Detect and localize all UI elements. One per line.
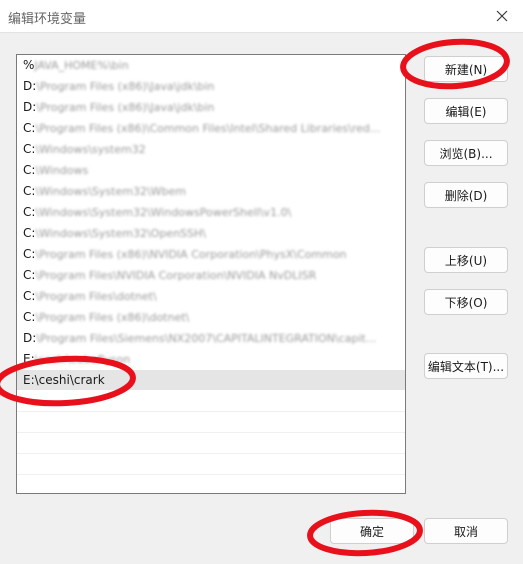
empty-list-row <box>17 412 405 433</box>
list-item[interactable]: D:\Program Files\Siemens\NX2007\CAPITALI… <box>17 328 405 349</box>
path-blurred-text: \Program Files (x86)\Java\jdk\bin <box>36 80 215 93</box>
path-prefix: C: <box>23 163 36 177</box>
new-button[interactable]: 新建(N) <box>424 56 508 82</box>
edit-button[interactable]: 编辑(E) <box>424 98 508 124</box>
path-prefix: C: <box>23 310 36 324</box>
path-blurred-text: \Windows\System32\Wbem <box>35 185 187 198</box>
path-prefix: E: <box>23 352 35 366</box>
path-blurred-text: \Program Files (x86)\NVIDIA Corporation\… <box>35 248 347 261</box>
list-item[interactable]: C:\Program Files (x86)\Common Files\Inte… <box>17 118 405 139</box>
list-item[interactable]: C:\Program Files\NVIDIA Corporation\NVID… <box>17 265 405 286</box>
path-blurred-text: \Program Files\NVIDIA Corporation\NVIDIA… <box>35 269 317 282</box>
empty-list-row <box>17 475 405 493</box>
path-blurred-text: \Program Files\Siemens\NX2007\CAPITALINT… <box>36 332 377 345</box>
path-list[interactable]: %JAVA_HOME%\bin D:\Program Files (x86)\Ja… <box>16 54 406 494</box>
list-item[interactable]: D:\Program Files (x86)\Java\jdk\bin <box>17 97 405 118</box>
path-prefix: C: <box>23 247 36 261</box>
browse-button[interactable]: 浏览(B)... <box>424 140 508 166</box>
list-item[interactable]: C:\Windows <box>17 160 405 181</box>
list-item[interactable]: C:\Program Files (x86)\NVIDIA Corporatio… <box>17 244 405 265</box>
empty-list-row <box>17 433 405 454</box>
path-blurred-text: \ceshi\cubeflyson <box>34 353 131 366</box>
list-item[interactable]: C:\Windows\system32 <box>17 139 405 160</box>
path-prefix: C: <box>23 226 36 240</box>
path-prefix: C: <box>23 121 36 135</box>
move-up-button[interactable]: 上移(U) <box>424 247 508 273</box>
list-item[interactable]: E:\ceshi\crark <box>17 370 405 391</box>
title-bar: 编辑环境变量 <box>0 0 523 33</box>
path-blurred-text: \Windows\system32 <box>35 143 146 156</box>
empty-list-row <box>17 391 405 412</box>
path-blurred-text: \Program Files (x86)\dotnet\ <box>35 311 190 324</box>
path-blurred-text: \Windows\System32\OpenSSH\ <box>35 227 206 240</box>
path-blurred-text: \Windows <box>35 164 89 177</box>
list-item[interactable]: D:\Program Files (x86)\Java\jdk\bin <box>17 76 405 97</box>
window-title: 编辑环境变量 <box>8 12 87 27</box>
path-blurred-text: \Program Files (x86)\Common Files\Intel\… <box>35 122 381 135</box>
path-prefix: C: <box>23 142 36 156</box>
path-blurred-text: \Windows\System32\WindowsPowerShell\v1.0… <box>35 206 292 219</box>
edit-text-button[interactable]: 编辑文本(T)... <box>424 353 508 379</box>
path-prefix: C: <box>23 289 36 303</box>
list-item[interactable]: C:\Windows\System32\WindowsPowerShell\v1… <box>17 202 405 223</box>
list-item[interactable]: %JAVA_HOME%\bin <box>17 55 405 76</box>
path-prefix: C: <box>23 205 36 219</box>
path-blurred-text: \Program Files (x86)\Java\jdk\bin <box>36 101 215 114</box>
path-prefix: D: <box>23 100 37 114</box>
path-blurred-text: \Program Files\dotnet\ <box>35 290 157 303</box>
list-item[interactable]: C:\Windows\System32\Wbem <box>17 181 405 202</box>
empty-list-row <box>17 454 405 475</box>
list-item[interactable]: C:\Program Files\dotnet\ <box>17 286 405 307</box>
path-prefix: C: <box>23 268 36 282</box>
list-item[interactable]: C:\Windows\System32\OpenSSH\ <box>17 223 405 244</box>
path-prefix: % <box>23 58 35 72</box>
ok-button[interactable]: 确定 <box>330 518 414 544</box>
move-down-button[interactable]: 下移(O) <box>424 289 508 315</box>
delete-button[interactable]: 删除(D) <box>424 182 508 208</box>
cancel-button[interactable]: 取消 <box>424 518 508 544</box>
close-icon[interactable] <box>489 4 515 28</box>
list-item[interactable]: C:\Program Files (x86)\dotnet\ <box>17 307 405 328</box>
path-prefix: E:\ceshi\crark <box>23 373 105 387</box>
path-prefix: D: <box>23 79 37 93</box>
path-prefix: D: <box>23 331 37 345</box>
path-blurred-text: JAVA_HOME%\bin <box>34 59 129 72</box>
list-item[interactable]: E:\ceshi\cubeflyson <box>17 349 405 370</box>
path-prefix: C: <box>23 184 36 198</box>
